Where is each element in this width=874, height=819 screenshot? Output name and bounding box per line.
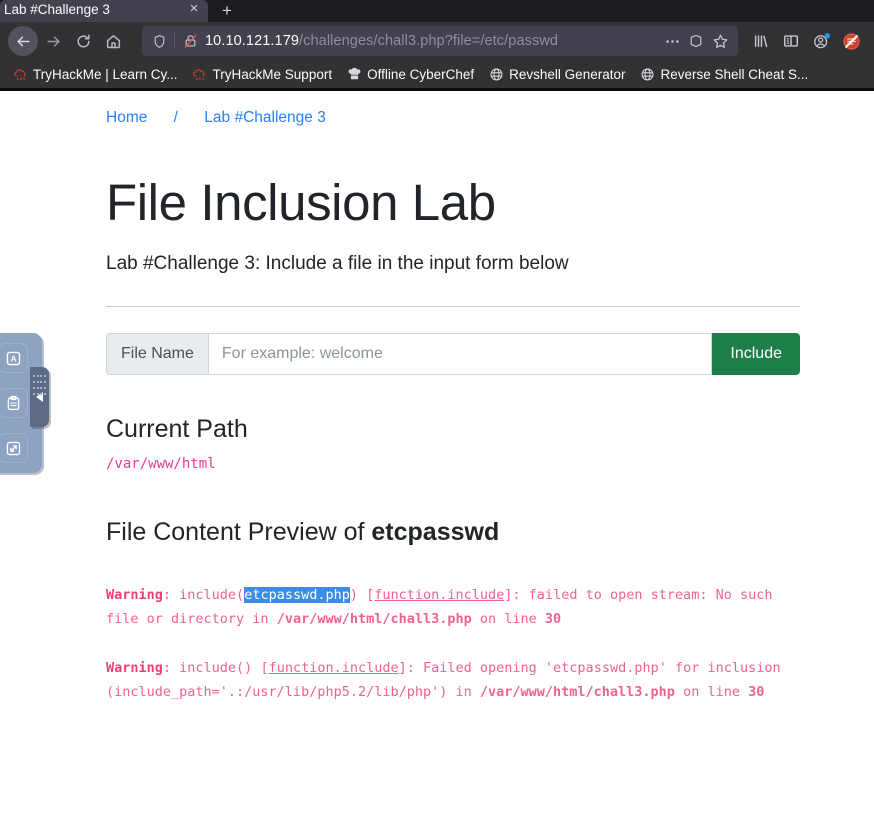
account-icon[interactable] <box>806 26 836 56</box>
bookmark-item[interactable]: Offline CyberChef <box>340 64 480 84</box>
close-icon[interactable]: × <box>186 1 202 18</box>
navigation-toolbar: 10.10.121.179/challenges/chall3.php?file… <box>0 22 874 60</box>
bookmark-label: Offline CyberChef <box>367 66 475 82</box>
tryhackme-cloud-icon <box>12 66 28 82</box>
bookmark-item[interactable]: Revshell Generator <box>482 64 631 84</box>
warning-line-number: 30 <box>544 611 562 628</box>
warning-segment: ) [ <box>349 587 375 604</box>
url-bar[interactable]: 10.10.121.179/challenges/chall3.php?file… <box>142 26 738 56</box>
content-container: Home / Lab #Challenge 3 File Inclusion L… <box>0 91 874 704</box>
file-name-label: File Name <box>106 333 208 376</box>
collapse-handle[interactable] <box>30 367 49 427</box>
reader-view-icon[interactable] <box>684 26 708 56</box>
text-tool-icon[interactable]: A <box>0 343 28 373</box>
sidebar-icon[interactable] <box>776 26 806 56</box>
php-warning-1: Warning: include(etcpasswd.php) [functio… <box>106 583 806 631</box>
breadcrumb-separator: / <box>173 109 178 126</box>
bookmark-label: TryHackMe | Learn Cy... <box>33 66 178 82</box>
warning-file-path: /var/www/html/chall3.php <box>479 684 675 701</box>
divider <box>106 306 800 308</box>
current-path-heading: Current Path <box>106 415 248 444</box>
bookmark-star-icon[interactable] <box>708 26 732 56</box>
back-button[interactable] <box>8 26 38 56</box>
insecure-connection-icon[interactable] <box>179 31 201 51</box>
page-actions-ellipsis-icon[interactable] <box>660 26 684 56</box>
function-include-link[interactable]: function.include <box>269 660 399 676</box>
tracking-protection-shield-icon[interactable] <box>148 31 170 51</box>
bookmarks-bar: TryHackMe | Learn Cy... TryHackMe Suppor… <box>0 60 874 88</box>
include-button[interactable]: Include <box>712 333 800 376</box>
bookmark-item[interactable]: TryHackMe | Learn Cy... <box>6 64 184 84</box>
library-icon[interactable] <box>746 26 776 56</box>
toolbar-right-icons <box>746 26 866 56</box>
file-preview-heading: File Content Preview of etcpasswd <box>106 518 800 547</box>
globe-icon <box>639 66 655 82</box>
tab-strip: Lab #Challenge 3 × + <box>0 0 874 22</box>
tryhackme-cloud-icon <box>192 66 208 82</box>
svg-text:A: A <box>10 354 16 363</box>
fullscreen-icon[interactable] <box>0 433 28 463</box>
file-preview-prefix: File Content Preview of <box>106 518 372 547</box>
tab-title: Lab #Challenge 3 <box>4 1 110 17</box>
grip-dots-right <box>37 375 46 395</box>
url-bar-actions <box>660 26 732 56</box>
breadcrumb-current-link[interactable]: Lab #Challenge 3 <box>204 109 326 126</box>
page-content: Home / Lab #Challenge 3 File Inclusion L… <box>0 91 874 819</box>
bookmark-item[interactable]: TryHackMe Support <box>186 64 339 84</box>
file-name-input-group: File Name Include <box>106 333 800 376</box>
browser-tab[interactable]: Lab #Challenge 3 × <box>0 0 208 22</box>
new-tab-button[interactable]: + <box>212 0 242 22</box>
breadcrumb-home-link[interactable]: Home <box>106 109 147 126</box>
noscript-icon[interactable] <box>836 26 866 56</box>
page-subtitle: Lab #Challenge 3: Include a file in the … <box>106 253 569 275</box>
url-path: /challenges/chall3.php?file=/etc/passwd <box>299 33 559 49</box>
php-warning-2: Warning: include() [function.include]: F… <box>106 656 806 704</box>
page-title: File Inclusion Lab <box>106 174 496 231</box>
warning-label: Warning <box>106 660 163 677</box>
warning-label: Warning <box>106 587 163 604</box>
selected-text[interactable]: etcpasswd.php <box>244 587 350 604</box>
bookmark-label: Reverse Shell Cheat S... <box>660 66 809 82</box>
warning-segment: on line <box>471 611 545 628</box>
browser-chrome: Lab #Challenge 3 × + 10.10.121.179/chall… <box>0 0 874 91</box>
warning-file-path: /var/www/html/chall3.php <box>276 611 472 628</box>
warning-segment: : include() [ <box>162 660 269 677</box>
warning-line-number: 30 <box>748 684 765 701</box>
url-host: 10.10.121.179 <box>205 33 300 49</box>
home-button[interactable] <box>98 26 128 56</box>
url-text[interactable]: 10.10.121.179/challenges/chall3.php?file… <box>201 33 660 49</box>
warning-segment: : include( <box>162 587 245 604</box>
function-include-link[interactable]: function.include <box>374 587 504 603</box>
reload-button[interactable] <box>68 26 98 56</box>
bookmark-label: Revshell Generator <box>509 66 626 82</box>
globe-icon <box>488 66 504 82</box>
breadcrumb: Home / Lab #Challenge 3 <box>106 91 800 127</box>
clipboard-icon[interactable] <box>0 388 28 418</box>
warning-segment: on line <box>674 684 749 701</box>
url-divider <box>174 33 175 49</box>
bookmark-item[interactable]: Reverse Shell Cheat S... <box>633 64 814 84</box>
chef-hat-icon <box>346 66 362 82</box>
forward-button[interactable] <box>38 26 68 56</box>
bookmark-label: TryHackMe Support <box>212 66 333 82</box>
current-path-value: /var/www/html <box>106 456 216 473</box>
file-preview-filename: etcpasswd <box>371 518 500 547</box>
file-name-input[interactable] <box>207 333 713 376</box>
